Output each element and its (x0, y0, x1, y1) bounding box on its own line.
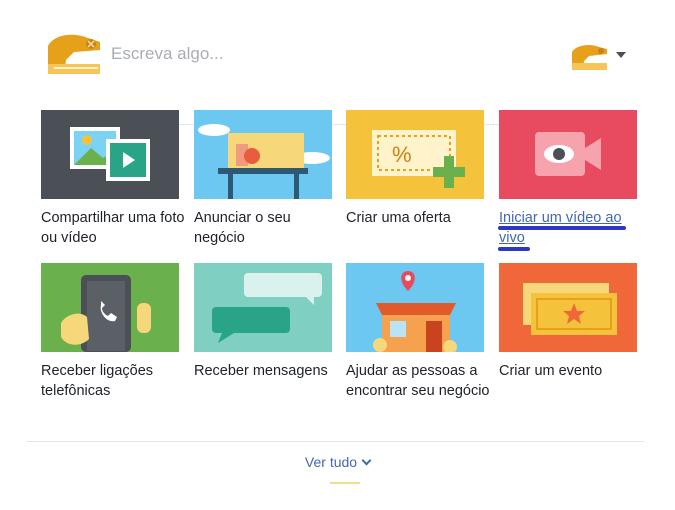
annotation-underline (498, 226, 626, 230)
svg-text:%: % (392, 142, 412, 167)
tile-advertise-business[interactable]: Anunciar o seu negócio (194, 110, 332, 248)
see-all-label[interactable]: Ver tudo (305, 454, 357, 470)
tile-create-event[interactable]: Criar um evento (499, 263, 637, 381)
billboard-icon (194, 110, 332, 199)
tile-help-find-business[interactable]: Ajudar as pessoas a encontrar seu negóci… (346, 263, 490, 401)
video-camera-icon (499, 110, 637, 199)
tile-label[interactable]: Criar um evento (499, 361, 649, 381)
tile-label[interactable]: Anunciar o seu negócio (194, 208, 344, 248)
tile-receive-calls[interactable]: Receber ligações telefônicas (41, 263, 179, 401)
message-bubbles-icon (194, 263, 332, 352)
tile-label[interactable]: Compartilhar uma foto ou vídeo (41, 208, 191, 248)
tile-label[interactable]: Criar uma oferta (346, 208, 496, 228)
storefront-icon (346, 263, 484, 352)
tile-share-photo-video[interactable]: Compartilhar uma foto ou vídeo (41, 110, 184, 248)
page-avatar-icon[interactable] (44, 30, 104, 78)
photo-video-icon (41, 110, 179, 199)
chevron-down-icon[interactable] (616, 52, 626, 58)
tile-receive-messages[interactable]: Receber mensagens (194, 263, 332, 381)
tile-create-offer[interactable]: % Criar uma oferta (346, 110, 484, 228)
tile-label[interactable]: Ajudar as pessoas a encontrar seu negóci… (346, 361, 496, 401)
profile-switcher-icon[interactable] (570, 42, 610, 72)
tile-label[interactable]: Receber mensagens (194, 361, 344, 381)
chevron-down-icon[interactable] (361, 455, 372, 466)
ticket-icon (499, 263, 637, 352)
divider (26, 441, 644, 442)
offer-icon: % (346, 110, 484, 199)
see-all-link[interactable]: Ver tudo (0, 454, 675, 470)
annotation-underline (498, 247, 530, 251)
composer-input[interactable]: Escreva algo... (111, 44, 223, 64)
decorative-mark (330, 482, 360, 484)
phone-call-icon (41, 263, 179, 352)
tile-label[interactable]: Receber ligações telefônicas (41, 361, 191, 401)
composer: Escreva algo... (44, 30, 634, 125)
